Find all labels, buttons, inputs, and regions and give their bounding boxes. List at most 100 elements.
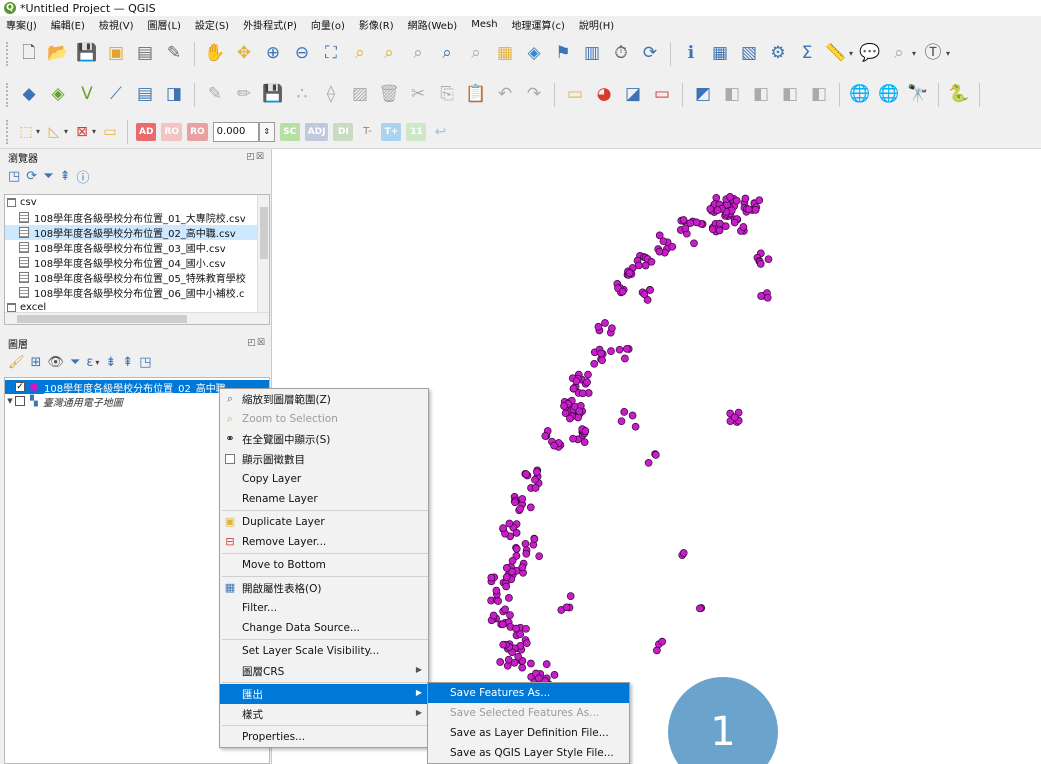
menu-item-rename-layer[interactable]: Rename Layer xyxy=(220,489,428,509)
panel-float-close-icon[interactable]: ◰☒ xyxy=(247,338,266,348)
search-nominatim-icon[interactable]: 🔭 xyxy=(906,83,930,107)
text-plus-icon[interactable]: T+ xyxy=(381,122,402,141)
advanced-digitizing-add-icon[interactable]: AD xyxy=(136,122,157,141)
expand-arrow-icon[interactable]: ▼ xyxy=(5,397,15,405)
pan-to-selection-icon[interactable]: ✥ xyxy=(232,42,256,66)
menu-item-styles[interactable]: 樣式 ▶ xyxy=(220,704,428,724)
filter-legend-icon[interactable]: ⏷ xyxy=(70,355,80,370)
menu-vector[interactable]: 向量(o) xyxy=(311,17,345,32)
pin-labels-icon[interactable]: ▭ xyxy=(650,83,674,107)
text-11-icon[interactable]: 11 xyxy=(406,122,427,141)
undo-arrow-icon[interactable]: ↩ xyxy=(431,120,449,144)
zoom-out-icon[interactable]: ⊖ xyxy=(290,42,314,66)
locator-icon[interactable]: ⌕ xyxy=(887,42,911,66)
collapse-all-icon[interactable]: ⇞ xyxy=(122,355,133,370)
chevron-down-icon[interactable]: ▾ xyxy=(849,49,853,58)
snapping-sc-icon[interactable]: SC xyxy=(279,122,300,141)
tree-file-item[interactable]: 108學年度各級學校分布位置_01_大專院校.csv xyxy=(5,210,269,225)
filter-expression-icon[interactable]: ε xyxy=(86,355,93,370)
select-location-icon[interactable]: ▭ xyxy=(101,120,119,144)
layer-diagram-icon[interactable]: ◕ xyxy=(592,83,616,107)
toggle-editing-icon[interactable]: ✏ xyxy=(232,83,256,107)
temporal-controller-icon[interactable]: ⏱ xyxy=(609,42,633,66)
digitize-icon[interactable]: ∴ xyxy=(290,83,314,107)
menu-settings[interactable]: 設定(S) xyxy=(195,17,229,32)
map-tips-icon[interactable]: 💬 xyxy=(858,42,882,66)
new-3d-map-icon[interactable]: ◈ xyxy=(522,42,546,66)
undo-icon[interactable]: ↶ xyxy=(493,83,517,107)
rotate-label-icon[interactable]: ◧ xyxy=(749,83,773,107)
zoom-last-icon[interactable]: ⌕ xyxy=(435,42,459,66)
panel-float-close-icon[interactable]: ◰☒ xyxy=(246,152,265,162)
chevron-down-icon[interactable]: ▾ xyxy=(946,49,950,58)
chevron-down-icon[interactable]: ▾ xyxy=(912,49,916,58)
menu-item-change-data-source[interactable]: Change Data Source... xyxy=(220,618,428,638)
menu-item-layer-crs[interactable]: 圖層CRS ▶ xyxy=(220,661,428,681)
zoom-in-icon[interactable]: ⊕ xyxy=(261,42,285,66)
zoom-native-icon[interactable]: ⌕ xyxy=(406,42,430,66)
manage-visibility-icon[interactable]: 👁 xyxy=(47,355,64,370)
open-attribute-table-icon[interactable]: ▦ xyxy=(708,42,732,66)
zoom-to-selection-icon[interactable]: ⌕ xyxy=(348,42,372,66)
menu-item-zoom-to-layer[interactable]: ⌕ 縮放到圖層範圍(Z) xyxy=(220,389,428,409)
menu-item-zoom-to-selection[interactable]: ⌕ Zoom to Selection xyxy=(220,409,428,429)
new-print-layout-icon[interactable]: ▣ xyxy=(104,42,128,66)
toolbar-grip[interactable] xyxy=(6,82,10,107)
new-map-view-icon[interactable]: ▦ xyxy=(493,42,517,66)
expand-all-icon[interactable]: ⇟ xyxy=(105,355,116,370)
show-hide-labels-icon[interactable]: ◩ xyxy=(691,83,715,107)
measure-icon[interactable]: 📏 xyxy=(824,42,848,66)
menu-item-show-in-overview[interactable]: ⚭ 在全覽圖中顯示(S) xyxy=(220,429,428,449)
data-source-manager-icon[interactable]: ◆ xyxy=(17,83,41,107)
tree-folder-csv[interactable]: csv xyxy=(5,195,269,210)
browser-vertical-scrollbar[interactable] xyxy=(257,195,269,324)
select-features-icon[interactable]: ⬚ xyxy=(17,120,35,144)
add-group-icon[interactable]: ⊞ xyxy=(31,355,42,370)
copy-features-icon[interactable]: ⎘ xyxy=(435,83,459,107)
snapping-di-icon[interactable]: DI xyxy=(333,122,354,141)
menu-item-move-to-bottom[interactable]: Move to Bottom xyxy=(220,555,428,575)
zoom-next-icon[interactable]: ⌕ xyxy=(464,42,488,66)
cut-features-icon[interactable]: ✂ xyxy=(406,83,430,107)
quickmapservices-icon[interactable]: 🌐 xyxy=(848,83,872,107)
new-bookmark-icon[interactable]: ⚑ xyxy=(551,42,575,66)
change-label-icon[interactable]: ◧ xyxy=(778,83,802,107)
menu-item-set-scale-visibility[interactable]: Set Layer Scale Visibility... xyxy=(220,641,428,661)
add-database-layer-icon[interactable]: ▤ xyxy=(133,83,157,107)
menu-project[interactable]: 專案(J) xyxy=(6,17,37,32)
show-bookmarks-icon[interactable]: ▥ xyxy=(580,42,604,66)
delete-selected-icon[interactable]: 🗑 xyxy=(377,83,401,107)
style-manager-icon[interactable]: ✎ xyxy=(162,42,186,66)
menu-item-duplicate-layer[interactable]: ▣ Duplicate Layer xyxy=(220,512,428,532)
openlayers-icon[interactable]: 🌐 xyxy=(877,83,901,107)
spinbox-arrows[interactable]: ⇕ xyxy=(258,121,275,142)
menu-item-save-features-as[interactable]: Save Features As... xyxy=(428,683,629,703)
layer-visibility-checkbox[interactable] xyxy=(15,396,25,406)
label-toolbar-icon[interactable]: ▭ xyxy=(563,83,587,107)
toolbar-grip[interactable] xyxy=(6,41,10,66)
chevron-down-icon[interactable]: ▾ xyxy=(92,127,96,136)
deselect-features-icon[interactable]: ⊠ xyxy=(73,120,91,144)
rotation-value-input[interactable]: 0.000 xyxy=(212,121,259,142)
snapping-adj-icon[interactable]: ADJ xyxy=(304,122,329,141)
save-project-icon[interactable]: 💾 xyxy=(75,42,99,66)
select-by-value-icon[interactable]: ◺ xyxy=(45,120,63,144)
menu-item-export[interactable]: 匯出 ▶ xyxy=(220,684,428,704)
menu-mesh[interactable]: Mesh xyxy=(471,19,497,30)
menu-item-copy-layer[interactable]: Copy Layer xyxy=(220,469,428,489)
open-layer-styling-icon[interactable]: 🖌 xyxy=(8,355,25,370)
menu-help[interactable]: 說明(H) xyxy=(579,17,614,32)
tree-file-item[interactable]: 108學年度各級學校分布位置_06_國中小補校.c xyxy=(5,285,269,300)
refresh-icon[interactable]: ⟳ xyxy=(638,42,662,66)
zoom-to-layer-icon[interactable]: ⌕ xyxy=(377,42,401,66)
menu-view[interactable]: 檢視(V) xyxy=(99,17,134,32)
chevron-down-icon[interactable]: ▾ xyxy=(36,127,40,136)
move-label-icon[interactable]: ◧ xyxy=(720,83,744,107)
save-layer-edits-icon[interactable]: 💾 xyxy=(261,83,285,107)
pan-map-icon[interactable]: ✋ xyxy=(203,42,227,66)
text-annotation-icon[interactable]: Ⓣ xyxy=(921,42,945,66)
chevron-down-icon[interactable]: ▾ xyxy=(95,358,99,367)
new-project-icon[interactable]: 🗋 xyxy=(17,42,41,66)
add-selected-layers-icon[interactable]: ◳ xyxy=(8,169,20,184)
menu-item-save-layer-definition[interactable]: Save as Layer Definition File... xyxy=(428,723,629,743)
